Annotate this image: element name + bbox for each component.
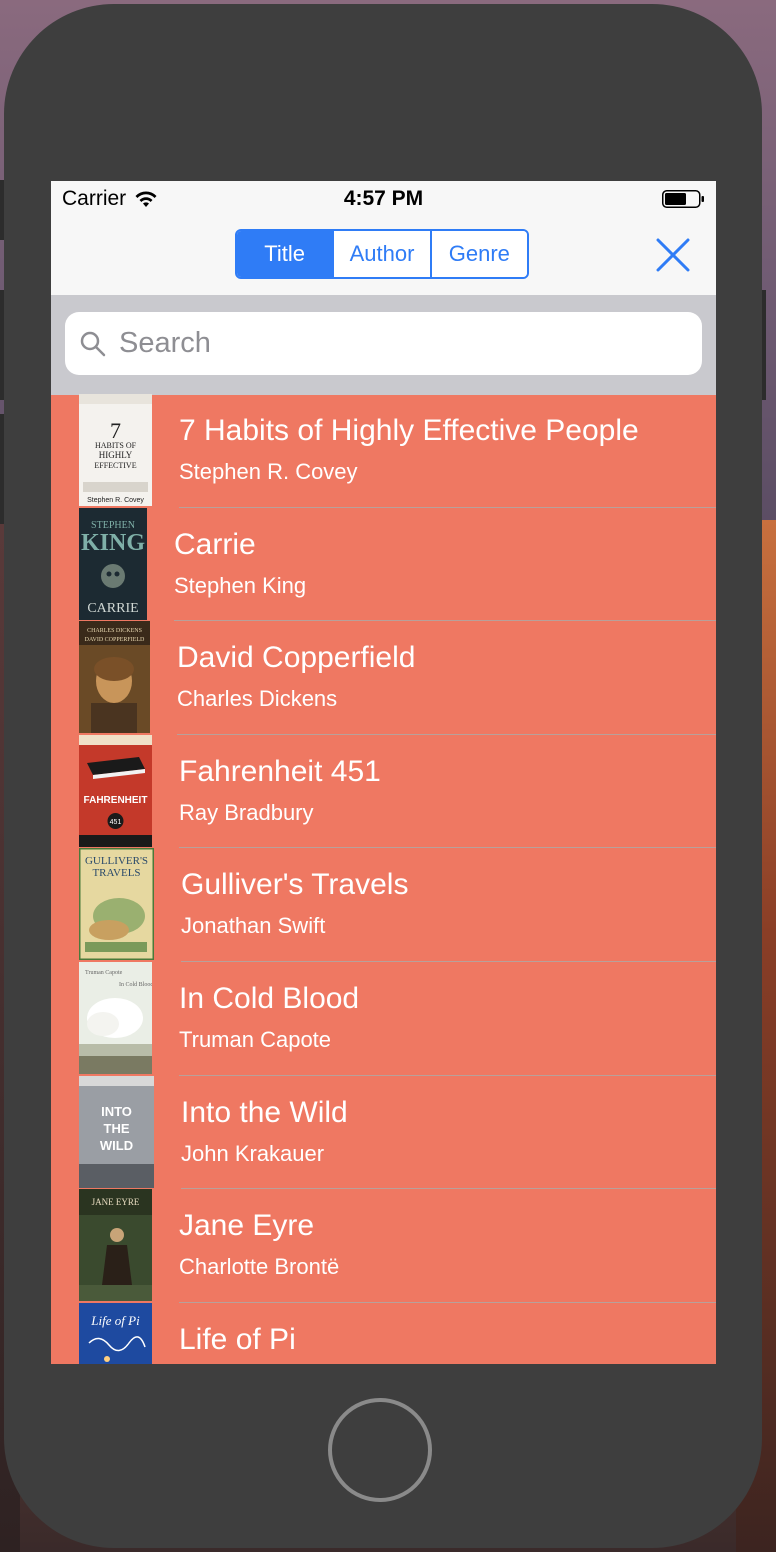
- book-author: Stephen R. Covey: [179, 459, 358, 484]
- book-title: Fahrenheit 451: [179, 754, 381, 788]
- book-title: Carrie: [174, 527, 256, 561]
- svg-text:HABITS OF: HABITS OF: [95, 441, 137, 450]
- svg-text:GULLIVER'S: GULLIVER'S: [85, 855, 148, 867]
- book-row[interactable]: JANE EYRE Jane Eyre Charlotte Brontë: [51, 1189, 716, 1303]
- svg-text:In Cold Blood: In Cold Blood: [119, 982, 152, 988]
- book-row[interactable]: GULLIVER'S TRAVELS Gulliver's Travels Jo…: [51, 848, 716, 962]
- segment-title[interactable]: Title: [237, 231, 333, 277]
- volume-down-button: [0, 414, 4, 524]
- navigation-bar: Title Author Genre: [51, 219, 716, 295]
- book-author: Charles Dickens: [177, 686, 338, 712]
- book-row[interactable]: FAHRENHEIT 451 Fahrenheit 451 Ray Bradbu…: [51, 734, 716, 849]
- app-screen: Carrier 4:57 PM Title Author Genre Searc…: [51, 181, 716, 1364]
- svg-text:CHARLES DICKENS: CHARLES DICKENS: [87, 628, 142, 634]
- power-button: [762, 290, 766, 400]
- segment-genre[interactable]: Genre: [429, 231, 527, 277]
- mute-switch: [0, 180, 4, 240]
- svg-text:WILD: WILD: [100, 1138, 133, 1153]
- search-input[interactable]: [117, 326, 681, 361]
- book-row[interactable]: Truman Capote In Cold Blood In Cold Bloo…: [51, 961, 716, 1076]
- book-cover-in-cold-blood: Truman Capote In Cold Blood: [79, 961, 152, 1074]
- search-icon: [80, 331, 106, 356]
- book-row[interactable]: STEPHEN KING CARRIE Carrie Stephen King: [51, 507, 716, 622]
- book-row[interactable]: INTO THE WILD Into the Wild John Krakaue…: [51, 1075, 716, 1190]
- book-cover-jane-eyre: JANE EYRE: [79, 1189, 152, 1302]
- book-cover-jane-eyre-icon: JANE EYRE: [79, 1189, 152, 1302]
- book-cover-life-of-pi-icon: Life of Pi: [79, 1302, 152, 1364]
- book-row[interactable]: CHARLES DICKENS DAVID COPPERFIELD David …: [51, 621, 716, 735]
- book-cover-7-habits: 7 HABITS OF HIGHLY EFFECTIVE Stephen R. …: [79, 394, 152, 506]
- book-author: John Krakauer: [181, 1140, 325, 1166]
- svg-text:INTO: INTO: [101, 1104, 132, 1119]
- book-row[interactable]: 7 HABITS OF HIGHLY EFFECTIVE Stephen R. …: [51, 394, 716, 508]
- book-cover-into-the-wild-icon: INTO THE WILD: [79, 1075, 154, 1188]
- status-time: 4:57 PM: [343, 187, 424, 210]
- svg-text:FAHRENHEIT: FAHRENHEIT: [84, 795, 148, 806]
- svg-text:451: 451: [110, 819, 122, 826]
- svg-text:DAVID COPPERFIELD: DAVID COPPERFIELD: [85, 637, 145, 643]
- home-button[interactable]: [328, 1398, 432, 1502]
- segment-author[interactable]: Author: [332, 231, 430, 277]
- svg-text:Stephen R. Covey: Stephen R. Covey: [87, 497, 144, 504]
- svg-text:TRAVELS: TRAVELS: [92, 867, 140, 879]
- book-cover-in-cold-blood-icon: Truman Capote In Cold Blood: [79, 961, 152, 1074]
- book-cover-carrie-icon: STEPHEN KING CARRIE: [79, 507, 147, 620]
- book-title: In Cold Blood: [179, 981, 360, 1015]
- battery-icon: [662, 190, 704, 208]
- search-field[interactable]: [65, 312, 702, 375]
- book-title: David Copperfield: [177, 641, 416, 675]
- book-cover-fahrenheit-451-icon: FAHRENHEIT 451: [79, 734, 152, 847]
- book-cover-life-of-pi: Life of Pi: [79, 1302, 152, 1364]
- book-cover-fahrenheit-451: FAHRENHEIT 451: [79, 734, 152, 847]
- svg-text:KING: KING: [81, 530, 145, 556]
- close-icon[interactable]: [655, 237, 691, 273]
- book-cover-david-copperfield: CHARLES DICKENS DAVID COPPERFIELD: [79, 621, 150, 734]
- svg-text:THE: THE: [104, 1121, 130, 1136]
- svg-text:Life of Pi: Life of Pi: [90, 1313, 140, 1328]
- book-cover-david-copperfield-icon: CHARLES DICKENS DAVID COPPERFIELD: [79, 621, 150, 734]
- book-list: 7 HABITS OF HIGHLY EFFECTIVE Stephen R. …: [51, 394, 716, 1364]
- svg-text:EFFECTIVE: EFFECTIVE: [94, 461, 136, 470]
- book-title: Life of Pi: [179, 1322, 296, 1356]
- book-author: Charlotte Brontë: [179, 1254, 340, 1280]
- book-cover-into-the-wild: INTO THE WILD: [79, 1075, 154, 1188]
- book-cover-7-habits-icon: 7 HABITS OF HIGHLY EFFECTIVE Stephen R. …: [79, 394, 152, 506]
- book-author: Ray Bradbury: [179, 799, 314, 825]
- sort-segmented-control: Title Author Genre: [235, 229, 529, 279]
- book-author: Stephen King: [174, 572, 307, 598]
- book-title: 7 Habits of Highly Effective People: [179, 414, 639, 447]
- book-title: Gulliver's Travels: [181, 868, 409, 902]
- book-cover-gullivers-travels-icon: GULLIVER'S TRAVELS: [79, 848, 154, 961]
- svg-text:Truman Capote: Truman Capote: [85, 970, 123, 976]
- book-cover-carrie: STEPHEN KING CARRIE: [79, 507, 147, 620]
- book-cover-gullivers-travels: GULLIVER'S TRAVELS: [79, 848, 154, 961]
- book-title: Into the Wild: [181, 1095, 348, 1129]
- search-bar: [51, 295, 716, 395]
- svg-text:HIGHLY: HIGHLY: [99, 450, 133, 460]
- book-title: Jane Eyre: [179, 1209, 315, 1243]
- book-author: Jonathan Swift: [181, 913, 326, 939]
- status-bar: Carrier 4:57 PM: [51, 181, 716, 219]
- book-author: Truman Capote: [179, 1026, 332, 1052]
- volume-up-button: [0, 290, 4, 400]
- book-row[interactable]: Life of Pi Life of Pi: [51, 1302, 716, 1364]
- svg-text:JANE EYRE: JANE EYRE: [92, 1197, 140, 1207]
- svg-text:CARRIE: CARRIE: [87, 601, 138, 616]
- svg-text:7: 7: [110, 418, 121, 443]
